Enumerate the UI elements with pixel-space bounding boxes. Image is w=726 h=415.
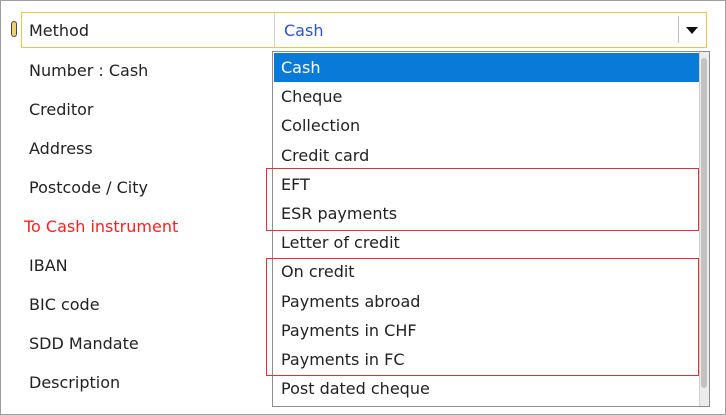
- dropdown-scrollbar[interactable]: [699, 52, 709, 406]
- number-label: Number : Cash: [29, 61, 149, 80]
- description-label: Description: [29, 373, 121, 392]
- option-eft[interactable]: EFT: [274, 170, 700, 199]
- row-pencil-icon: [11, 21, 17, 37]
- option-payments-in-fc[interactable]: Payments in FC: [274, 345, 700, 374]
- iban-label: IBAN: [29, 256, 68, 275]
- creditor-label: Creditor: [29, 100, 94, 119]
- option-cheque[interactable]: Cheque: [274, 82, 700, 111]
- option-on-credit[interactable]: On credit: [274, 257, 700, 286]
- option-payments-abroad[interactable]: Payments abroad: [274, 287, 700, 316]
- scrollbar-thumb[interactable]: [701, 58, 707, 388]
- option-esr-payments[interactable]: ESR payments: [274, 199, 700, 228]
- option-collection[interactable]: Collection: [274, 111, 700, 140]
- option-post-dated-cheque[interactable]: Post dated cheque: [274, 374, 700, 403]
- option-payments-in-chf[interactable]: Payments in CHF: [274, 316, 700, 345]
- form-panel: Method Cash Number : Cash Creditor Addre…: [0, 0, 726, 415]
- option-letter-of-credit[interactable]: Letter of credit: [274, 228, 700, 257]
- chevron-down-icon[interactable]: [678, 16, 704, 43]
- to-cash-instrument-heading: To Cash instrument: [24, 217, 179, 236]
- method-label: Method: [29, 21, 90, 40]
- method-row: Method Cash: [21, 12, 707, 48]
- method-select-value: Cash: [284, 21, 324, 40]
- sdd-mandate-label: SDD Mandate: [29, 334, 139, 353]
- postcode-city-label: Postcode / City: [29, 178, 148, 197]
- option-credit-card[interactable]: Credit card: [274, 141, 700, 170]
- method-select[interactable]: Cash: [274, 13, 706, 47]
- option-cash[interactable]: Cash: [274, 53, 700, 83]
- method-dropdown-list[interactable]: Cash Cheque Collection Credit card EFT E…: [272, 51, 710, 407]
- bic-code-label: BIC code: [29, 295, 100, 314]
- dropdown-options: Cash Cheque Collection Credit card EFT E…: [274, 53, 700, 403]
- address-label: Address: [29, 139, 93, 158]
